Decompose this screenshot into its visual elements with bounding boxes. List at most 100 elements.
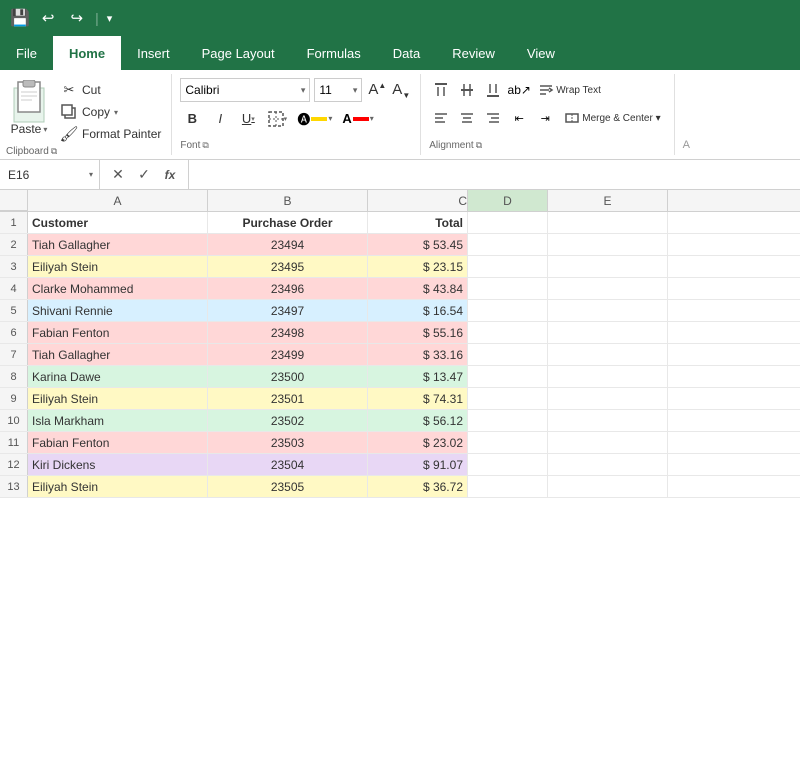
increase-indent-button[interactable]: ⇥ (533, 106, 557, 130)
cell-d11[interactable] (468, 432, 548, 453)
row-header-7[interactable]: 7 (0, 344, 28, 365)
undo-button[interactable]: ↩ (38, 9, 59, 27)
row-header-1[interactable]: 1 (0, 212, 28, 233)
cell-e8[interactable] (548, 366, 668, 387)
row-header-8[interactable]: 8 (0, 366, 28, 387)
format-painter-button[interactable]: 🖌 Format Painter (56, 124, 165, 144)
cell-c13[interactable]: $ 36.72 (368, 476, 468, 497)
menu-view[interactable]: View (511, 36, 571, 70)
cell-b8[interactable]: 23500 (208, 366, 368, 387)
row-header-12[interactable]: 12 (0, 454, 28, 475)
cell-b13[interactable]: 23505 (208, 476, 368, 497)
row-header-9[interactable]: 9 (0, 388, 28, 409)
merge-center-button[interactable]: Merge & Center ▾ (559, 106, 665, 130)
borders-button[interactable]: ▾ (264, 107, 290, 131)
col-header-e[interactable]: E (548, 190, 668, 211)
font-expander-icon[interactable]: ⧉ (202, 140, 208, 151)
decrease-indent-button[interactable]: ⇤ (507, 106, 531, 130)
cell-e12[interactable] (548, 454, 668, 475)
cell-a12[interactable]: Kiri Dickens (28, 454, 208, 475)
fill-color-button[interactable]: 🅐 ▾ (294, 106, 335, 131)
font-name-dropdown[interactable]: Calibri ▾ (180, 78, 310, 102)
top-align-button[interactable] (429, 78, 453, 102)
cell-c12[interactable]: $ 91.07 (368, 454, 468, 475)
align-right-button[interactable] (481, 106, 505, 130)
increase-font-size-button[interactable]: A▲ (366, 81, 388, 100)
cell-e3[interactable] (548, 256, 668, 277)
cell-d6[interactable] (468, 322, 548, 343)
cell-a5[interactable]: Shivani Rennie (28, 300, 208, 321)
cell-d7[interactable] (468, 344, 548, 365)
insert-function-icon[interactable]: fx (160, 165, 180, 185)
bold-button[interactable]: B (180, 107, 204, 131)
font-size-dropdown[interactable]: 11 ▾ (314, 78, 362, 102)
cell-b2[interactable]: 23494 (208, 234, 368, 255)
cell-d8[interactable] (468, 366, 548, 387)
cell-b4[interactable]: 23496 (208, 278, 368, 299)
select-all-button[interactable] (0, 190, 28, 211)
cancel-formula-icon[interactable]: ✕ (108, 165, 128, 185)
row-header-2[interactable]: 2 (0, 234, 28, 255)
col-header-c[interactable]: C (368, 190, 468, 211)
italic-button[interactable]: I (208, 107, 232, 131)
menu-page-layout[interactable]: Page Layout (186, 36, 291, 70)
cell-e6[interactable] (548, 322, 668, 343)
save-icon[interactable]: 💾 (10, 8, 30, 28)
menu-insert[interactable]: Insert (121, 36, 186, 70)
cell-d2[interactable] (468, 234, 548, 255)
row-header-6[interactable]: 6 (0, 322, 28, 343)
cell-c6[interactable]: $ 55.16 (368, 322, 468, 343)
cell-b11[interactable]: 23503 (208, 432, 368, 453)
cell-b3[interactable]: 23495 (208, 256, 368, 277)
cell-b12[interactable]: 23504 (208, 454, 368, 475)
cell-c8[interactable]: $ 13.47 (368, 366, 468, 387)
cell-e13[interactable] (548, 476, 668, 497)
cell-c3[interactable]: $ 23.15 (368, 256, 468, 277)
cell-a13[interactable]: Eiliyah Stein (28, 476, 208, 497)
angle-text-button[interactable]: ab↗ (507, 78, 531, 102)
cell-b5[interactable]: 23497 (208, 300, 368, 321)
menu-file[interactable]: File (0, 36, 53, 70)
cell-e10[interactable] (548, 410, 668, 431)
menu-formulas[interactable]: Formulas (291, 36, 377, 70)
decrease-font-size-button[interactable]: A▼ (390, 81, 412, 100)
row-header-5[interactable]: 5 (0, 300, 28, 321)
redo-button[interactable]: ↪ (67, 9, 88, 27)
cell-a10[interactable]: Isla Markham (28, 410, 208, 431)
cell-c2[interactable]: $ 53.45 (368, 234, 468, 255)
cell-d10[interactable] (468, 410, 548, 431)
customize-button[interactable]: ▾ (107, 12, 113, 25)
col-header-b[interactable]: B (208, 190, 368, 211)
cell-c5[interactable]: $ 16.54 (368, 300, 468, 321)
menu-review[interactable]: Review (436, 36, 511, 70)
row-header-10[interactable]: 10 (0, 410, 28, 431)
cell-a9[interactable]: Eiliyah Stein (28, 388, 208, 409)
cell-a3[interactable]: Eiliyah Stein (28, 256, 208, 277)
cell-a7[interactable]: Tiah Gallagher (28, 344, 208, 365)
cell-c11[interactable]: $ 23.02 (368, 432, 468, 453)
middle-align-button[interactable] (455, 78, 479, 102)
cell-d5[interactable] (468, 300, 548, 321)
cell-e1[interactable] (548, 212, 668, 233)
row-header-11[interactable]: 11 (0, 432, 28, 453)
row-header-3[interactable]: 3 (0, 256, 28, 277)
cell-reference-box[interactable]: E16 ▾ (0, 160, 100, 189)
cell-a2[interactable]: Tiah Gallagher (28, 234, 208, 255)
cell-c10[interactable]: $ 56.12 (368, 410, 468, 431)
paste-button[interactable]: Paste ▾ (6, 78, 52, 138)
cell-d9[interactable] (468, 388, 548, 409)
cell-a6[interactable]: Fabian Fenton (28, 322, 208, 343)
cell-b9[interactable]: 23501 (208, 388, 368, 409)
cell-b1[interactable]: Purchase Order (208, 212, 368, 233)
cell-a11[interactable]: Fabian Fenton (28, 432, 208, 453)
cell-e7[interactable] (548, 344, 668, 365)
align-center-button[interactable] (455, 106, 479, 130)
cell-e11[interactable] (548, 432, 668, 453)
formula-input[interactable] (189, 167, 800, 182)
cell-d1[interactable] (468, 212, 548, 233)
cell-a4[interactable]: Clarke Mohammed (28, 278, 208, 299)
cell-d4[interactable] (468, 278, 548, 299)
cell-a8[interactable]: Karina Dawe (28, 366, 208, 387)
cell-d3[interactable] (468, 256, 548, 277)
cell-c7[interactable]: $ 33.16 (368, 344, 468, 365)
